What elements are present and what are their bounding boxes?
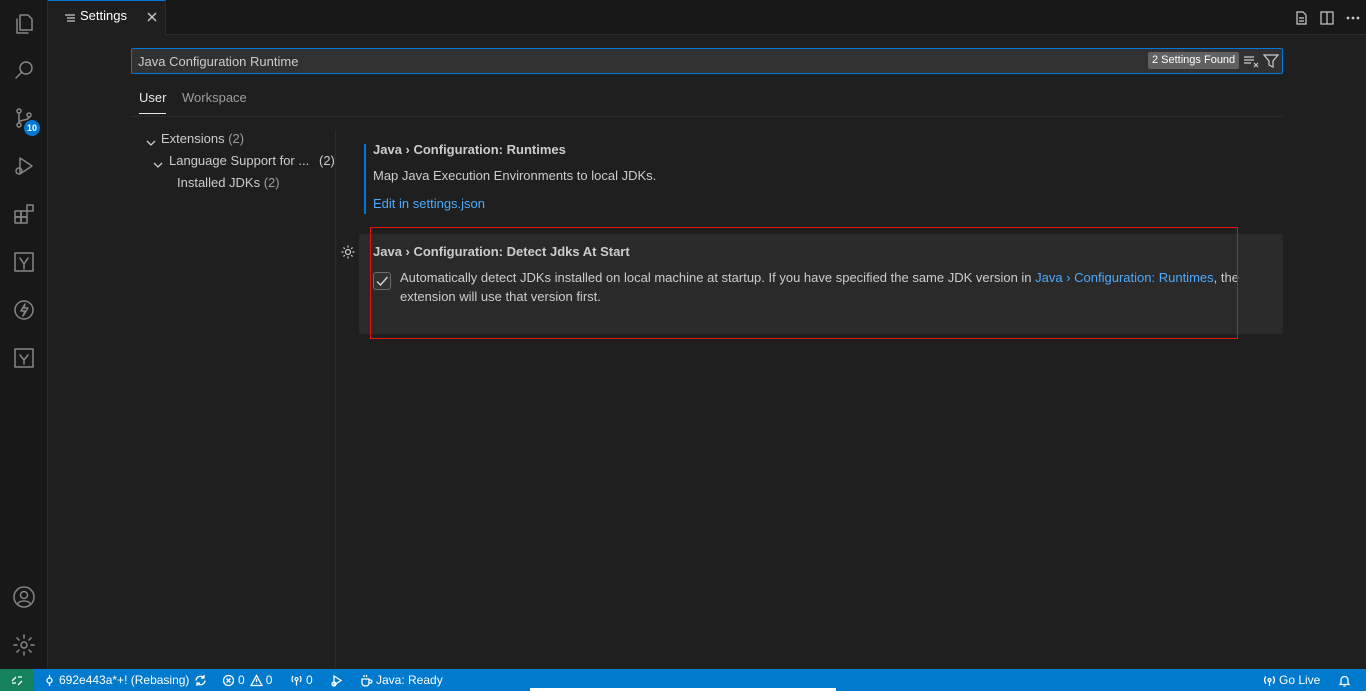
broadcast-icon	[1263, 675, 1276, 686]
branch-status[interactable]: 692e443a*+! (Rebasing)	[43, 669, 189, 691]
tab-workspace[interactable]: Workspace	[182, 90, 247, 113]
warning-icon	[249, 673, 263, 686]
toc-count: (2)	[319, 153, 335, 168]
filter-icon[interactable]	[1262, 53, 1280, 69]
run-debug-icon[interactable]	[0, 142, 48, 190]
description-text: , the	[1213, 270, 1239, 285]
settings-search-box: 2 Settings Found	[131, 48, 1283, 74]
tab-user[interactable]: User	[139, 90, 167, 114]
setting-title: Java › Configuration: Detect Jdks At Sta…	[373, 244, 630, 259]
setting-description: Map Java Execution Environments to local…	[373, 168, 657, 183]
results-count-badge: 2 Settings Found	[1148, 52, 1240, 69]
tab-settings[interactable]: Settings	[48, 0, 166, 35]
manage-gear-icon[interactable]	[0, 621, 48, 669]
source-control-badge: 10	[24, 120, 41, 136]
clear-filter-icon[interactable]	[1243, 53, 1259, 69]
settings-search-input[interactable]	[138, 51, 1138, 71]
error-count: 0	[238, 673, 245, 687]
extensions-icon[interactable]	[0, 190, 48, 238]
setting-description: Automatically detect JDKs installed on l…	[400, 268, 1270, 306]
setting-name: Detect Jdks At Start	[506, 244, 630, 259]
search-icon[interactable]	[0, 46, 48, 94]
problems-status[interactable]: 0 0	[222, 669, 272, 691]
toc-item-language-support[interactable]: Language Support for ...	[169, 150, 309, 172]
broadcast-icon	[291, 675, 302, 685]
activity-bar: 10	[0, 0, 48, 669]
runtimes-setting-link[interactable]: Java › Configuration: Runtimes	[1035, 270, 1213, 285]
settings-toc: Extensions (2) Language Support for ... …	[131, 130, 336, 669]
account-icon[interactable]	[0, 573, 48, 621]
sync-icon[interactable]	[194, 669, 210, 691]
split-editor-icon[interactable]	[1314, 0, 1340, 35]
setting-category: Java › Configuration:	[373, 244, 507, 259]
kubernetes-icon[interactable]	[0, 238, 48, 286]
toc-item-extensions[interactable]: Extensions (2)	[161, 128, 244, 150]
java-status-label: Java: Ready	[376, 673, 443, 687]
toc-label: Installed JDKs	[177, 175, 261, 190]
go-live-label: Go Live	[1279, 673, 1321, 687]
settings-scope-tabs: User Workspace	[131, 84, 1283, 117]
azure-icon[interactable]	[0, 334, 48, 382]
tab-label: Settings	[80, 8, 127, 23]
setting-detect-jdks-at-start: Java › Configuration: Detect Jdks At Sta…	[359, 234, 1283, 334]
java-status[interactable]: Java: Ready	[360, 669, 443, 691]
settings-list-icon	[64, 12, 76, 24]
toc-count: (2)	[228, 131, 245, 146]
branch-label: 692e443a*+! (Rebasing)	[59, 673, 190, 687]
close-icon[interactable]	[145, 10, 159, 24]
toc-count: (2)	[263, 175, 280, 190]
setting-title: Java › Configuration: Runtimes	[373, 142, 566, 157]
remote-icon	[11, 676, 23, 686]
chevron-down-icon[interactable]	[145, 137, 157, 149]
editor-actions	[1288, 0, 1366, 35]
source-control-icon[interactable]: 10	[0, 94, 48, 142]
detect-jdks-checkbox[interactable]	[373, 272, 391, 290]
check-icon	[376, 276, 389, 287]
coffee-icon	[361, 674, 373, 687]
chevron-down-icon[interactable]	[152, 159, 164, 171]
toc-item-installed-jdks[interactable]: Installed JDKs (2)	[177, 172, 280, 194]
explorer-icon[interactable]	[0, 0, 48, 48]
focus-indicator	[364, 144, 366, 214]
edit-in-settings-json-link[interactable]: Edit in settings.json	[373, 194, 485, 213]
warning-count: 0	[265, 673, 273, 687]
ports-status[interactable]: 0	[290, 669, 313, 691]
setting-category: Java › Configuration:	[373, 142, 507, 157]
description-text: extension will use that version first.	[400, 289, 601, 304]
notifications-icon[interactable]	[1338, 669, 1354, 691]
more-actions-icon[interactable]	[1340, 0, 1366, 35]
open-settings-json-icon[interactable]	[1288, 0, 1314, 35]
setting-name: Runtimes	[506, 142, 566, 157]
toc-label: Extensions	[161, 131, 225, 146]
error-icon	[222, 674, 235, 686]
debug-launch-icon[interactable]	[330, 669, 346, 691]
setting-gear-icon[interactable]	[340, 244, 356, 260]
setting-runtimes: Java › Configuration: Runtimes Map Java …	[359, 132, 1283, 220]
ports-count: 0	[306, 673, 313, 687]
go-live-button[interactable]: Go Live	[1263, 669, 1320, 691]
tab-bar: Settings	[48, 0, 1366, 35]
toc-label: Language Support for ...	[169, 153, 310, 168]
git-commit-icon	[46, 674, 53, 686]
remote-indicator[interactable]	[0, 669, 34, 691]
description-text: Automatically detect JDKs installed on l…	[400, 270, 1036, 285]
thunder-icon[interactable]	[0, 286, 48, 334]
